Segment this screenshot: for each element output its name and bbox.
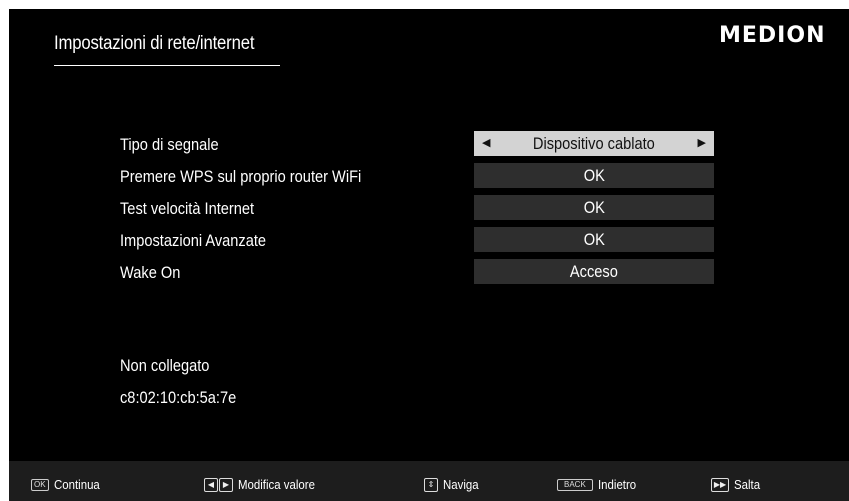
footer-navigate-label: Naviga [443, 477, 479, 492]
arrow-right-icon[interactable]: ▶ [698, 131, 706, 156]
footer-continue-label: Continua [53, 477, 100, 492]
footer-back-label: Indietro [597, 477, 636, 492]
wake-on-label: Wake On [120, 263, 181, 282]
footer-continue[interactable]: OK Continua [31, 477, 106, 492]
tv-screen: Impostazioni di rete/internet MEDION Tip… [9, 9, 849, 501]
footer-navigate[interactable]: ⇕ Naviga [424, 477, 483, 492]
advanced-settings-value: OK [583, 230, 605, 249]
speed-test-value: OK [583, 198, 605, 217]
right-key-icon: ▶ [219, 477, 233, 492]
skip-key-icon: ▶▶ [711, 477, 729, 492]
title-underline [54, 65, 280, 66]
advanced-settings-button[interactable]: OK [474, 227, 714, 252]
wake-on-selector[interactable]: Acceso [474, 259, 714, 284]
signal-type-selector[interactable]: ◀ Dispositivo cablato ▶ [474, 131, 714, 156]
page-title: Impostazioni di rete/internet [54, 33, 255, 54]
medion-logo: MEDION [719, 23, 826, 48]
footer-back[interactable]: BACK Indietro [557, 477, 641, 492]
connection-status: Non collegato [120, 356, 210, 375]
advanced-settings-label: Impostazioni Avanzate [120, 231, 267, 250]
footer-bar: OK Continua ◀ ▶ Modifica valore ⇕ Naviga… [9, 461, 849, 501]
mac-address: c8:02:10:cb:5a:7e [120, 388, 237, 407]
speed-test-label: Test velocità Internet [120, 199, 255, 218]
footer-modify-label: Modifica valore [238, 477, 315, 492]
ok-key-icon: OK [31, 478, 49, 491]
wake-on-value: Acceso [570, 262, 618, 281]
footer-skip[interactable]: ▶▶ Salta [711, 477, 764, 492]
footer-skip-label: Salta [734, 477, 761, 492]
footer-modify[interactable]: ◀ ▶ Modifica valore [204, 477, 325, 492]
back-key-icon: BACK [557, 478, 593, 491]
signal-type-value: Dispositivo cablato [533, 134, 655, 153]
wps-label: Premere WPS sul proprio router WiFi [120, 167, 362, 186]
arrow-left-icon[interactable]: ◀ [482, 131, 490, 156]
left-key-icon: ◀ [204, 477, 218, 492]
signal-type-label: Tipo di segnale [120, 135, 219, 154]
up-down-key-icon: ⇕ [424, 477, 438, 492]
speed-test-button[interactable]: OK [474, 195, 714, 220]
wps-button[interactable]: OK [474, 163, 714, 188]
wps-value: OK [583, 166, 605, 185]
